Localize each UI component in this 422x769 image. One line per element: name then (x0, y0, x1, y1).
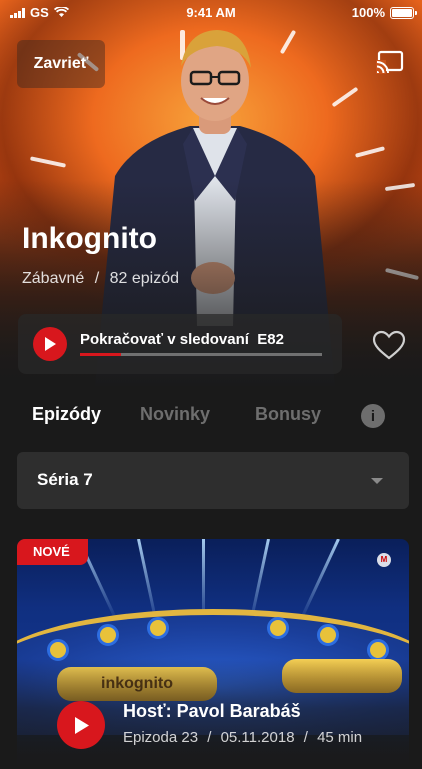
watch-progress-bar (80, 353, 322, 356)
stage-dot (147, 617, 169, 639)
heart-outline-icon[interactable] (372, 330, 406, 360)
show-title: Inkognito (22, 222, 157, 255)
chevron-down-icon (371, 478, 383, 484)
meta-separator: / (303, 729, 308, 746)
stage-dot (317, 624, 339, 646)
show-genre: Zábavné (22, 270, 85, 287)
watch-progress-fill (80, 353, 122, 356)
episode-meta: Epizoda 23 / 05.11.2018 / 45 min (123, 729, 367, 746)
battery-percent: 100% (351, 5, 385, 20)
stage-dot (367, 639, 389, 661)
episode-date: 05.11.2018 (220, 729, 295, 746)
info-icon[interactable]: i (361, 404, 385, 428)
close-button-label: Zavrieť (33, 55, 89, 72)
season-dropdown[interactable]: Séria 7 (17, 452, 409, 509)
season-value: Séria 7 (37, 470, 93, 489)
battery-info: 100% (351, 5, 417, 20)
stage-light (299, 539, 340, 622)
stage-dot (47, 639, 69, 661)
battery-icon (390, 6, 417, 19)
tab-episodes[interactable]: Epizódy (32, 404, 101, 425)
episode-number: Epizoda 23 (123, 729, 199, 746)
episode-card[interactable]: inkognito M NOVÉ Hosť: Pavol Barabáš Epi… (17, 539, 409, 769)
decor-ray (29, 156, 67, 168)
episode-duration: 45 min (317, 729, 363, 746)
episode-count: 82 epizód (109, 270, 180, 287)
tab-bonuses[interactable]: Bonusy (255, 404, 321, 425)
continue-label: Pokračovať v sledovaní E82 (80, 331, 284, 348)
continue-episode: E82 (257, 331, 284, 348)
stage-dot (267, 617, 289, 639)
meta-separator: / (94, 270, 100, 287)
channel-logo-icon: M (377, 553, 391, 567)
decor-ray (354, 146, 386, 158)
cast-icon[interactable] (376, 50, 404, 74)
content-tabs: Epizódy Novinky Bonusy (0, 398, 422, 434)
continue-watching-button[interactable]: Pokračovať v sledovaní E82 (18, 314, 342, 374)
stage-dot (97, 624, 119, 646)
tab-news[interactable]: Novinky (140, 404, 210, 425)
episode-title: Hosť: Pavol Barabáš (123, 701, 301, 721)
meta-separator: / (207, 729, 212, 746)
status-bar: GS 9:41 AM 100% (0, 0, 422, 24)
show-meta: Zábavné / 82 epizód (22, 270, 185, 288)
decor-ray (331, 86, 359, 108)
new-badge: NOVÉ (17, 539, 88, 565)
close-button[interactable]: Zavrieť (17, 40, 105, 88)
play-icon (33, 327, 67, 361)
play-icon[interactable] (57, 701, 105, 749)
